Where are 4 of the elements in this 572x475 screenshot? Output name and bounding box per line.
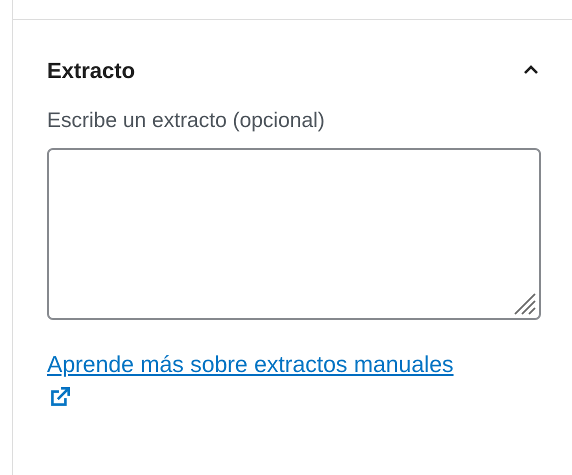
field-label: Escribe un extracto (opcional) [47, 108, 326, 134]
excerpt-field[interactable] [47, 148, 541, 320]
panel-header[interactable]: Extracto [47, 40, 541, 100]
learn-more-link[interactable]: Aprende más sobre extractos manuales [47, 348, 541, 410]
